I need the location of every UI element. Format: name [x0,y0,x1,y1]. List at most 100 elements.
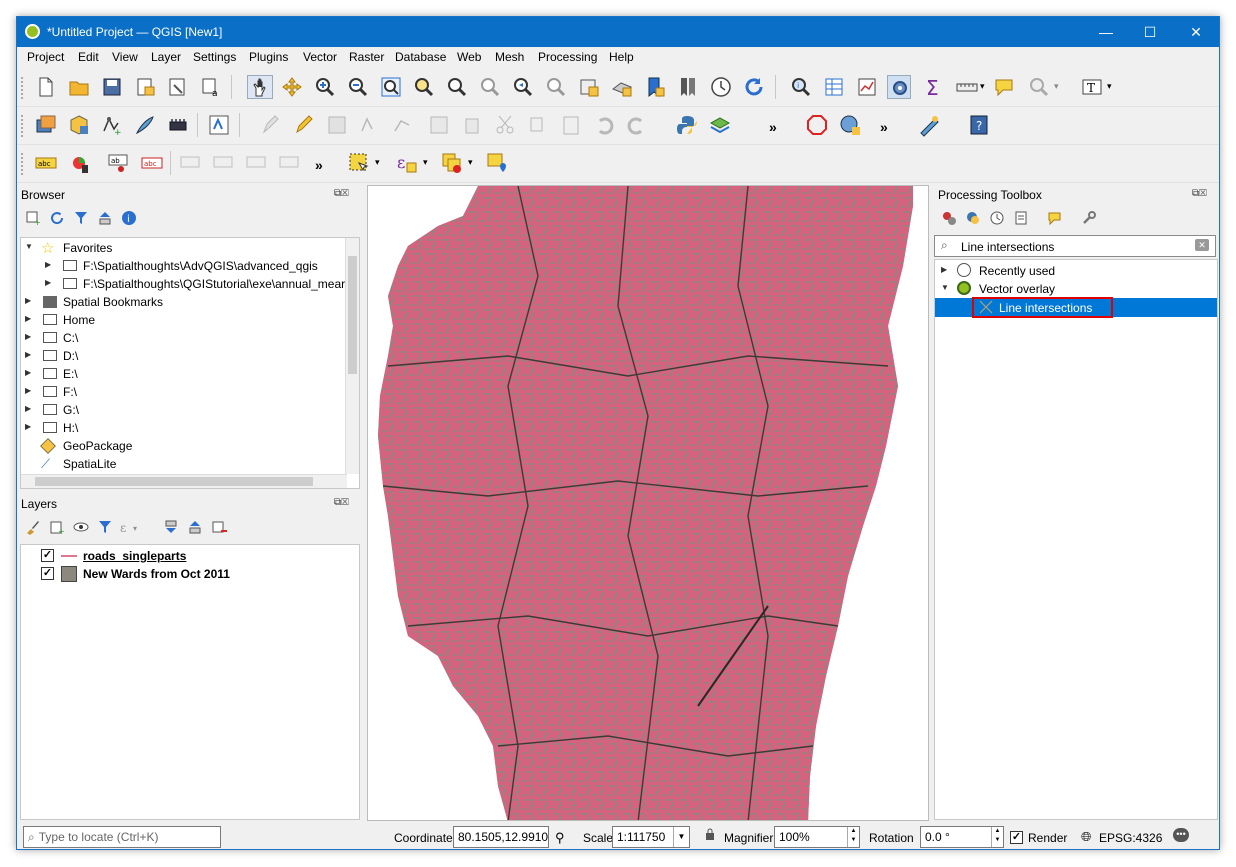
data-source-manager-icon[interactable] [34,113,58,137]
toolbox-item-recently-used[interactable]: ▶ Recently used [935,262,1215,280]
spin-arrows-icon[interactable]: ▲ ▼ [847,827,859,847]
maximize-button[interactable]: ☐ [1127,17,1173,47]
globe-plugin-icon[interactable] [838,113,862,137]
menu-plugins[interactable]: Plugins [249,50,288,64]
zoom-in-icon[interactable] [313,75,337,99]
add-feature-icon[interactable] [358,113,382,137]
new-geopackage-layer-icon[interactable] [67,113,91,137]
vertex-tool-icon[interactable] [391,113,415,137]
redo-icon[interactable] [625,113,649,137]
toolbar-grip[interactable] [21,77,25,99]
menu-mesh[interactable]: Mesh [495,50,524,64]
collapsed-arrow-icon[interactable]: ▶ [25,404,35,413]
collapsed-arrow-icon[interactable]: ▶ [25,314,35,323]
layer-diagram-options-icon[interactable] [67,151,91,175]
scripts-icon[interactable] [965,210,981,226]
menu-processing[interactable]: Processing [538,50,597,64]
processing-toolbox-icon[interactable] [887,75,911,99]
georeferencer-icon[interactable] [917,113,941,137]
collapsed-arrow-icon[interactable]: ▶ [941,265,951,274]
expanded-arrow-icon[interactable]: ▼ [25,242,35,251]
toggle-editing-icon[interactable] [292,113,316,137]
shape-digitizing-icon[interactable] [805,113,829,137]
menu-help[interactable]: Help [609,50,634,64]
browser-vertical-scrollbar[interactable] [345,238,359,474]
pan-to-selection-icon[interactable] [280,75,304,99]
menu-database[interactable]: Database [395,50,446,64]
dropdown-arrow-icon[interactable]: ▾ [1107,81,1117,105]
lock-scale-icon[interactable] [705,828,715,841]
copy-features-icon[interactable] [526,113,550,137]
menu-view[interactable]: View [112,50,138,64]
menu-edit[interactable]: Edit [78,50,99,64]
filter-icon[interactable] [73,210,89,226]
zoom-next-icon[interactable] [544,75,568,99]
layer-visibility-checkbox[interactable]: ✓ [41,567,54,580]
refresh-icon[interactable] [742,75,766,99]
coordinate-input[interactable]: 80.1505,12.9910 [453,826,549,848]
scrollbar-thumb[interactable] [35,477,313,486]
select-features-icon[interactable] [347,151,371,175]
dropdown-arrow-icon[interactable]: ▾ [375,157,385,181]
menu-vector[interactable]: Vector [303,50,337,64]
toolbox-search-input[interactable]: ⌕ Line intersections ✕ [934,235,1216,257]
zoom-to-layer-icon[interactable] [445,75,469,99]
statistical-summary-icon[interactable] [855,75,879,99]
add-selected-layers-icon[interactable]: + [25,210,41,227]
collapse-all-icon[interactable] [187,519,203,535]
history-icon[interactable] [989,210,1005,226]
scrollbar-thumb[interactable] [348,256,357,374]
properties-info-icon[interactable]: i [121,210,137,226]
highlight-pinned-labels-icon[interactable]: ab [107,151,131,175]
toggle-extents-icon[interactable]: ⚲ [555,830,565,846]
toolbox-item-vector-overlay[interactable]: ▼ Vector overlay [935,280,1215,298]
new-3d-map-view-icon[interactable] [610,75,634,99]
python-console-icon[interactable] [675,113,699,137]
save-edits-icon[interactable] [325,113,349,137]
results-viewer-icon[interactable] [1013,210,1029,226]
collapsed-arrow-icon[interactable]: ▶ [25,368,35,377]
layer-row[interactable]: ✓ New Wards from Oct 2011 [41,565,341,583]
map-canvas[interactable] [367,185,929,821]
help-icon[interactable]: ? [967,113,991,137]
collapsed-arrow-icon[interactable]: ▶ [25,422,35,431]
rotation-spinbox[interactable]: 0.0 ° ▲ ▼ [920,826,1004,848]
pan-map-icon[interactable] [247,75,273,99]
zoom-to-selection-icon[interactable] [412,75,436,99]
crs-button[interactable]: EPSG:4326 [1099,831,1162,845]
menu-settings[interactable]: Settings [193,50,236,64]
toolbox-panel-float-close[interactable]: ⧉☒ [1192,188,1207,199]
collapsed-arrow-icon[interactable]: ▶ [45,278,55,287]
zoom-last-icon[interactable] [511,75,535,99]
zoom-native-resolution-icon[interactable] [478,75,502,99]
collapsed-arrow-icon[interactable]: ▶ [25,296,35,305]
collapsed-arrow-icon[interactable]: ▶ [25,350,35,359]
save-project-icon[interactable] [100,75,124,99]
plugin-layers-icon[interactable] [708,113,732,137]
open-attribute-table-icon[interactable] [822,75,846,99]
current-edits-icon[interactable] [259,113,283,137]
toolbar-grip[interactable] [21,115,25,137]
new-map-view-icon[interactable] [577,75,601,99]
dropdown-arrow-icon[interactable]: ▾ [468,157,478,181]
collapsed-arrow-icon[interactable]: ▶ [25,386,35,395]
move-label-icon[interactable] [245,151,269,175]
manage-map-themes-icon[interactable] [73,519,89,535]
toggle-label-display-icon[interactable]: abc [140,151,164,175]
layer-visibility-checkbox[interactable]: ✓ [41,549,54,562]
new-virtual-layer-icon[interactable] [166,113,190,137]
style-manager-icon[interactable]: a [199,75,223,99]
new-bookmark-icon[interactable] [643,75,667,99]
deselect-features-icon[interactable] [440,151,464,175]
spin-arrows-icon[interactable]: ▲ ▼ [991,827,1003,847]
cut-features-icon[interactable] [493,113,517,137]
paste-features-icon[interactable] [559,113,583,137]
layers-panel-float-close[interactable]: ⧉☒ [334,497,349,508]
browser-panel-float-close[interactable]: ⧉☒ [334,188,349,199]
menu-web[interactable]: Web [457,50,481,64]
remove-layer-icon[interactable] [211,519,227,535]
menu-project[interactable]: Project [27,50,64,64]
text-annotation-icon[interactable]: T [1080,75,1104,99]
style-brush-icon[interactable] [25,519,41,535]
browser-horizontal-scrollbar[interactable] [21,474,347,488]
